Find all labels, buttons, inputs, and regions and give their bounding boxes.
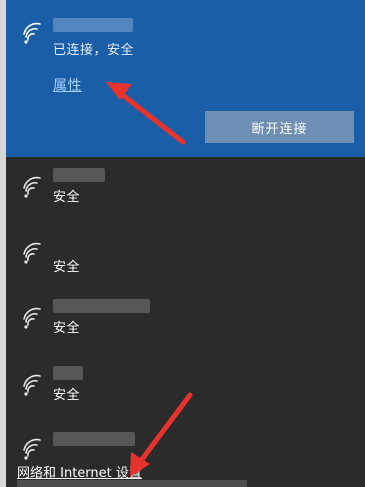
- network-internet-settings-link[interactable]: 网络和 Internet 设置: [17, 462, 142, 481]
- properties-link[interactable]: 属性: [53, 75, 82, 95]
- wifi-signal-icon: [20, 174, 44, 198]
- connected-network-item[interactable]: 已连接，安全 属性 断开连接: [6, 0, 365, 157]
- network-name-redacted: [53, 299, 150, 313]
- wifi-signal-icon: [20, 20, 44, 44]
- security-status: 安全: [53, 260, 81, 275]
- disconnect-button[interactable]: 断开连接: [205, 111, 354, 143]
- security-status: 安全: [53, 388, 81, 403]
- security-status: 安全: [53, 321, 81, 336]
- network-name-redacted: [53, 366, 83, 380]
- wifi-signal-icon: [20, 436, 44, 460]
- network-name-redacted: [53, 168, 105, 182]
- connection-status: 已连接，安全: [53, 43, 135, 58]
- network-name-redacted: [53, 18, 133, 32]
- wifi-signal-icon: [20, 305, 44, 329]
- network-list-item[interactable]: 安全: [6, 364, 365, 428]
- settings-description-redacted: [17, 480, 247, 487]
- network-list-item[interactable]: 安全: [6, 297, 365, 361]
- wifi-signal-icon: [20, 240, 44, 264]
- wifi-flyout-panel: 已连接，安全 属性 断开连接 安全 安全 安全 安全 网络和 Internet …: [6, 0, 365, 487]
- network-list-item[interactable]: 安全: [6, 232, 365, 296]
- wifi-signal-icon: [20, 372, 44, 396]
- network-list-item[interactable]: 安全: [6, 166, 365, 230]
- security-status: 安全: [53, 190, 81, 205]
- network-name-redacted: [53, 432, 135, 446]
